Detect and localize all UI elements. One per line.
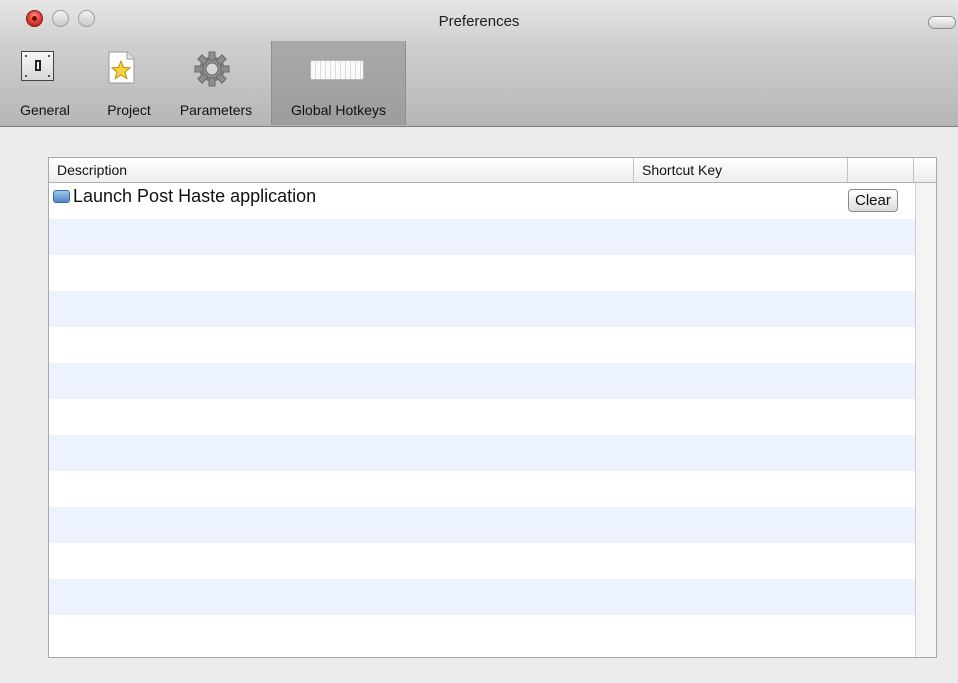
- toolbar-label-general: General: [20, 102, 70, 118]
- toolbar-item-global-hotkeys[interactable]: Global Hotkeys: [271, 41, 406, 125]
- empty-row: [49, 219, 915, 255]
- toolbar-label-global-hotkeys: Global Hotkeys: [291, 102, 386, 118]
- table-header: Description Shortcut Key: [49, 158, 936, 183]
- column-header-action[interactable]: [848, 158, 914, 182]
- empty-row: [49, 579, 915, 615]
- vertical-scrollbar[interactable]: [915, 183, 936, 657]
- empty-row: [49, 507, 915, 543]
- column-header-shortcut-key[interactable]: Shortcut Key: [634, 158, 848, 182]
- toolbar-label-project: Project: [107, 102, 151, 118]
- empty-row: [49, 327, 915, 363]
- window-title: Preferences: [438, 13, 520, 30]
- app-icon: [53, 190, 70, 203]
- empty-row: [49, 399, 915, 435]
- preferences-window: Preferences General Project Parameters G…: [0, 0, 958, 683]
- hotkeys-table: Description Shortcut Key Launch Post Has…: [48, 157, 937, 658]
- switch-icon: [21, 51, 54, 81]
- toolbar-item-parameters[interactable]: Parameters: [168, 41, 264, 125]
- empty-row: [49, 543, 915, 579]
- empty-row: [49, 435, 915, 471]
- toolbar-item-project[interactable]: Project: [94, 41, 164, 125]
- description-text: Launch Post Haste application: [73, 186, 317, 206]
- toolbar-item-general[interactable]: General: [0, 41, 90, 125]
- clear-button[interactable]: Clear: [848, 189, 898, 212]
- empty-row: [49, 255, 915, 291]
- star-document-icon: [107, 51, 136, 84]
- gear-icon: [194, 51, 230, 87]
- column-header-description[interactable]: Description: [49, 158, 634, 182]
- table-body: Launch Post Haste application Clear: [49, 183, 915, 651]
- titlebar-toolbar: Preferences General Project Parameters G…: [0, 0, 958, 127]
- empty-row: [49, 615, 915, 651]
- toolbar-toggle-button[interactable]: [928, 16, 956, 29]
- table-row[interactable]: Launch Post Haste application Clear: [49, 183, 915, 219]
- empty-row: [49, 363, 915, 399]
- description-cell: Launch Post Haste application: [53, 186, 316, 207]
- toolbar-label-parameters: Parameters: [179, 102, 253, 118]
- keyboard-icon: [310, 60, 364, 80]
- empty-row: [49, 291, 915, 327]
- empty-row: [49, 471, 915, 507]
